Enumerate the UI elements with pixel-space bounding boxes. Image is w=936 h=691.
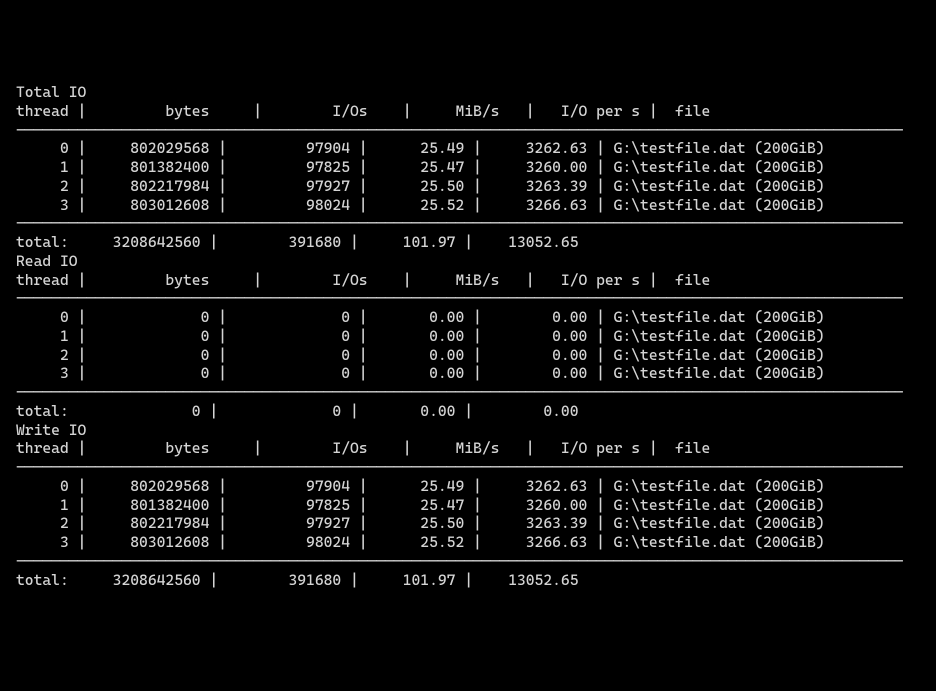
table-row: 3 | 803012608 | 98024 | 25.52 | 3266.63 … <box>16 196 920 215</box>
section-title: Read IO <box>16 252 920 271</box>
terminal-output: Total IOthread | bytes | I/Os | MiB/s | … <box>16 83 920 589</box>
separator-line: ----------------------------------------… <box>16 289 920 308</box>
table-row: 1 | 801382400 | 97825 | 25.47 | 3260.00 … <box>16 496 920 515</box>
table-header: thread | bytes | I/Os | MiB/s | I/O per … <box>16 439 920 458</box>
table-row: 2 | 802217984 | 97927 | 25.50 | 3263.39 … <box>16 177 920 196</box>
total-row: total: 0 | 0 | 0.00 | 0.00 <box>16 402 920 421</box>
total-row: total: 3208642560 | 391680 | 101.97 | 13… <box>16 571 920 590</box>
table-header: thread | bytes | I/Os | MiB/s | I/O per … <box>16 102 920 121</box>
separator-line: ----------------------------------------… <box>16 552 920 571</box>
separator-line: ----------------------------------------… <box>16 458 920 477</box>
table-row: 1 | 801382400 | 97825 | 25.47 | 3260.00 … <box>16 158 920 177</box>
table-header: thread | bytes | I/Os | MiB/s | I/O per … <box>16 271 920 290</box>
table-row: 3 | 0 | 0 | 0.00 | 0.00 | G:\testfile.da… <box>16 364 920 383</box>
table-row: 2 | 802217984 | 97927 | 25.50 | 3263.39 … <box>16 514 920 533</box>
table-row: 0 | 0 | 0 | 0.00 | 0.00 | G:\testfile.da… <box>16 308 920 327</box>
separator-line: ----------------------------------------… <box>16 214 920 233</box>
table-row: 0 | 802029568 | 97904 | 25.49 | 3262.63 … <box>16 477 920 496</box>
separator-line: ----------------------------------------… <box>16 383 920 402</box>
separator-line: ----------------------------------------… <box>16 121 920 140</box>
table-row: 1 | 0 | 0 | 0.00 | 0.00 | G:\testfile.da… <box>16 327 920 346</box>
section-title: Write IO <box>16 421 920 440</box>
section-title: Total IO <box>16 83 920 102</box>
table-row: 0 | 802029568 | 97904 | 25.49 | 3262.63 … <box>16 139 920 158</box>
total-row: total: 3208642560 | 391680 | 101.97 | 13… <box>16 233 920 252</box>
table-row: 3 | 803012608 | 98024 | 25.52 | 3266.63 … <box>16 533 920 552</box>
table-row: 2 | 0 | 0 | 0.00 | 0.00 | G:\testfile.da… <box>16 346 920 365</box>
